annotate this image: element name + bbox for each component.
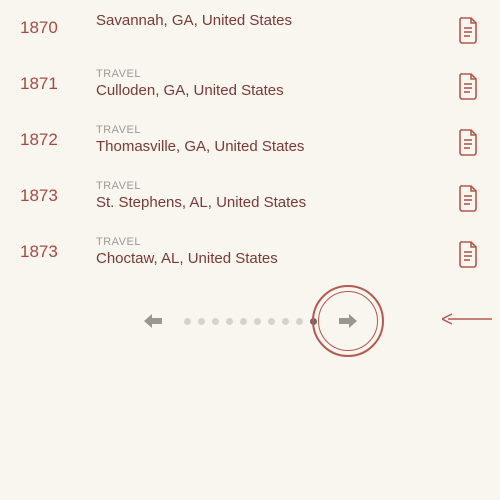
entry-category: TRAVEL <box>96 180 448 192</box>
timeline-entry: 1872 TRAVEL Thomasville, GA, United Stat… <box>0 112 500 168</box>
timeline-entry: 1870 Savannah, GA, United States <box>0 0 500 56</box>
page-dot[interactable] <box>212 318 219 325</box>
page-dot[interactable] <box>198 318 205 325</box>
arrow-left-icon <box>142 312 164 330</box>
entry-location: St. Stephens, AL, United States <box>96 194 448 211</box>
page-dot[interactable] <box>268 318 275 325</box>
pointer-arrow-icon <box>442 311 492 332</box>
page-dot[interactable] <box>310 318 317 325</box>
document-icon[interactable] <box>456 240 480 268</box>
document-icon[interactable] <box>456 72 480 100</box>
prev-page-button[interactable] <box>140 310 166 332</box>
page-dot[interactable] <box>254 318 261 325</box>
next-page-button[interactable] <box>335 310 361 332</box>
entry-detail: TRAVEL Thomasville, GA, United States <box>90 124 448 155</box>
entry-detail: TRAVEL St. Stephens, AL, United States <box>90 180 448 211</box>
entry-location: Thomasville, GA, United States <box>96 138 448 155</box>
page-dot[interactable] <box>240 318 247 325</box>
timeline-entry: 1871 TRAVEL Culloden, GA, United States <box>0 56 500 112</box>
entry-category: TRAVEL <box>96 236 448 248</box>
document-icon[interactable] <box>456 128 480 156</box>
entry-location: Choctaw, AL, United States <box>96 250 448 267</box>
pagination <box>0 310 500 332</box>
page-dots <box>184 318 317 325</box>
timeline-entry: 1873 TRAVEL St. Stephens, AL, United Sta… <box>0 168 500 224</box>
entry-year: 1871 <box>20 68 90 94</box>
entry-location: Savannah, GA, United States <box>96 12 448 29</box>
page-dot[interactable] <box>296 318 303 325</box>
entry-detail: Savannah, GA, United States <box>90 12 448 29</box>
document-icon[interactable] <box>456 16 480 44</box>
page-dot[interactable] <box>282 318 289 325</box>
document-icon[interactable] <box>456 184 480 212</box>
entry-location: Culloden, GA, United States <box>96 82 448 99</box>
entry-detail: TRAVEL Culloden, GA, United States <box>90 68 448 99</box>
page-dot[interactable] <box>226 318 233 325</box>
entry-detail: TRAVEL Choctaw, AL, United States <box>90 236 448 267</box>
arrow-right-icon <box>337 312 359 330</box>
timeline-entry: 1873 TRAVEL Choctaw, AL, United States <box>0 224 500 280</box>
entry-year: 1873 <box>20 180 90 206</box>
entry-category: TRAVEL <box>96 68 448 80</box>
entry-category: TRAVEL <box>96 124 448 136</box>
entry-year: 1870 <box>20 12 90 38</box>
entry-year: 1873 <box>20 236 90 262</box>
page-dot[interactable] <box>184 318 191 325</box>
entry-year: 1872 <box>20 124 90 150</box>
